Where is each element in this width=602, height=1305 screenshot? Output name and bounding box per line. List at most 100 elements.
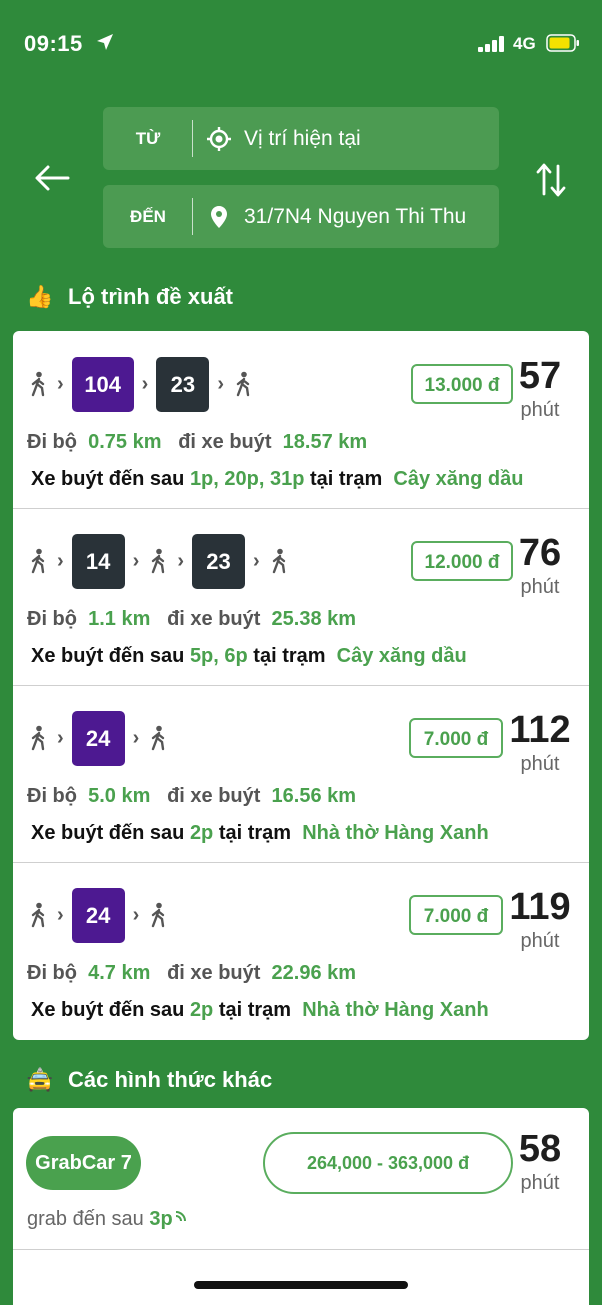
walk-distance: 1.1 km	[88, 608, 151, 630]
to-value: 31/7N4 Nguyen Thi Thu	[244, 205, 467, 228]
duration-unit: phút	[520, 1172, 560, 1194]
station-name: Cây xăng dầu	[393, 468, 524, 490]
arrival-info: Xe buýt đến sau 1p, 20p, 31p tại trạm Câ…	[31, 468, 523, 491]
arrival-times: 5p, 6p	[189, 645, 248, 667]
location-arrow-icon	[97, 34, 113, 50]
chevron-right-icon: ›	[132, 726, 140, 749]
walk-label: Đi bộ	[27, 431, 77, 453]
walk-icon	[272, 548, 285, 574]
duration: 58 phút	[505, 1128, 575, 1196]
swap-direction-icon[interactable]	[534, 160, 568, 200]
walk-icon	[236, 371, 250, 397]
fare-badge: 13.000 đ	[411, 364, 513, 404]
thumbs-up-icon: 👍	[26, 284, 54, 309]
network-type: 4G	[513, 34, 536, 53]
bus-number-badge: 23	[156, 356, 210, 412]
duration-value: 119	[509, 886, 571, 928]
other-title: Các hình thức khác	[68, 1067, 273, 1092]
duration-value: 76	[518, 532, 562, 574]
arrival-times: 2p	[189, 822, 214, 844]
from-field[interactable]: TỪ Vị trí hiện tại	[103, 107, 499, 170]
arrival-info: Xe buýt đến sau 2p tại trạm Nhà thờ Hàng…	[31, 999, 489, 1022]
distance-info: Đi bộ 5.0 km đi xe buýt 16.56 km	[27, 785, 356, 808]
station-name: Cây xăng dầu	[336, 645, 467, 667]
route-option[interactable]: › 24 › 7.000 đ 119 phút Đi bộ 4.7 km đi …	[13, 862, 589, 1039]
walk-label: Đi bộ	[27, 962, 77, 984]
station-name: Nhà thờ Hàng Xanh	[302, 999, 489, 1021]
route-legs: › 104 › 23 ›	[27, 356, 254, 412]
duration-unit: phút	[520, 576, 560, 598]
status-time: 09:15	[24, 31, 83, 56]
suggested-title: Lộ trình đề xuất	[68, 284, 233, 309]
route-option[interactable]: › 14 › › 23 › 12.000 đ 76 phút Đi bộ 1.1…	[13, 508, 589, 686]
fare-badge: 7.000 đ	[409, 895, 503, 935]
bus-number-badge: 23	[192, 533, 246, 589]
map-pin-icon	[211, 206, 227, 228]
walk-distance: 5.0 km	[88, 785, 151, 807]
station-name: Nhà thờ Hàng Xanh	[302, 822, 489, 844]
at-station-label: tại trạm	[253, 645, 326, 667]
bus-distance: 22.96 km	[271, 962, 357, 984]
from-value: Vị trí hiện tại	[244, 127, 361, 150]
grab-eta-prefix: grab đến sau	[27, 1208, 144, 1230]
route-option[interactable]: › 24 › 7.000 đ 112 phút Đi bộ 5.0 km đi …	[13, 685, 589, 863]
arrive-prefix: Xe buýt đến sau	[31, 822, 185, 844]
bus-distance: 18.57 km	[282, 431, 368, 453]
distance-info: Đi bộ 0.75 km đi xe buýt 18.57 km	[27, 431, 367, 454]
home-indicator[interactable]	[194, 1281, 408, 1289]
bus-label: đi xe buýt	[167, 608, 261, 630]
route-option[interactable]: › 104 › 23 › 13.000 đ 57 phút Đi bộ 0.75…	[13, 331, 589, 509]
suggested-routes-heading: 👍 Lộ trình đề xuất	[26, 284, 233, 310]
walk-icon	[31, 902, 45, 928]
chevron-right-icon: ›	[141, 372, 149, 395]
at-station-label: tại trạm	[310, 468, 383, 490]
bus-label: đi xe buýt	[178, 431, 272, 453]
walk-icon	[31, 548, 45, 574]
bus-number-badge: 104	[71, 356, 134, 412]
walk-distance: 0.75 km	[88, 431, 162, 453]
arrive-prefix: Xe buýt đến sau	[31, 999, 185, 1021]
at-station-label: tại trạm	[218, 822, 292, 844]
current-location-icon	[207, 127, 231, 151]
route-legs: › 24 ›	[27, 887, 169, 943]
bus-distance: 25.38 km	[271, 608, 357, 630]
taxi-icon: 🚖	[26, 1067, 54, 1092]
suggested-routes-card: › 104 › 23 › 13.000 đ 57 phút Đi bộ 0.75…	[13, 331, 589, 1040]
bus-label: đi xe buýt	[167, 962, 261, 984]
other-modes-heading: 🚖 Các hình thức khác	[26, 1067, 272, 1093]
fare-badge: 7.000 đ	[409, 718, 503, 758]
duration: 112 phút	[505, 709, 575, 777]
chevron-right-icon: ›	[57, 903, 64, 926]
duration-value: 112	[509, 709, 571, 751]
walk-icon	[31, 371, 45, 397]
duration-value: 57	[518, 355, 562, 397]
distance-info: Đi bộ 4.7 km đi xe buýt 22.96 km	[27, 962, 356, 985]
to-field[interactable]: ĐẾN 31/7N4 Nguyen Thi Thu	[103, 185, 499, 248]
at-station-label: tại trạm	[218, 999, 292, 1021]
walk-icon	[152, 548, 165, 574]
chevron-right-icon: ›	[57, 372, 64, 395]
bus-number-badge: 14	[71, 533, 125, 589]
arrival-info: Xe buýt đến sau 2p tại trạm Nhà thờ Hàng…	[31, 822, 489, 845]
next-option-peek	[13, 1249, 589, 1305]
grab-price-button[interactable]: 264,000 - 363,000 đ	[263, 1132, 513, 1194]
duration: 57 phút	[505, 355, 575, 423]
chevron-right-icon: ›	[132, 549, 140, 572]
walk-label: Đi bộ	[27, 608, 77, 630]
duration: 119 phút	[505, 886, 575, 954]
duration-unit: phút	[520, 399, 560, 421]
chevron-right-icon: ›	[57, 726, 64, 749]
arrive-prefix: Xe buýt đến sau	[31, 645, 185, 667]
chevron-right-icon: ›	[132, 903, 140, 926]
route-legs: › 24 ›	[27, 710, 169, 766]
distance-info: Đi bộ 1.1 km đi xe buýt 25.38 km	[27, 608, 356, 631]
chevron-right-icon: ›	[253, 549, 260, 572]
grab-option[interactable]: GrabCar 7 264,000 - 363,000 đ 58 phút gr…	[13, 1108, 589, 1249]
battery-icon	[546, 34, 579, 52]
signal-bars-icon	[478, 36, 504, 52]
route-legs: › 14 › › 23 ›	[27, 533, 290, 589]
arrive-prefix: Xe buýt đến sau	[31, 468, 185, 490]
back-arrow-icon[interactable]	[32, 160, 72, 196]
walk-label: Đi bộ	[27, 785, 77, 807]
chevron-right-icon: ›	[57, 549, 64, 572]
